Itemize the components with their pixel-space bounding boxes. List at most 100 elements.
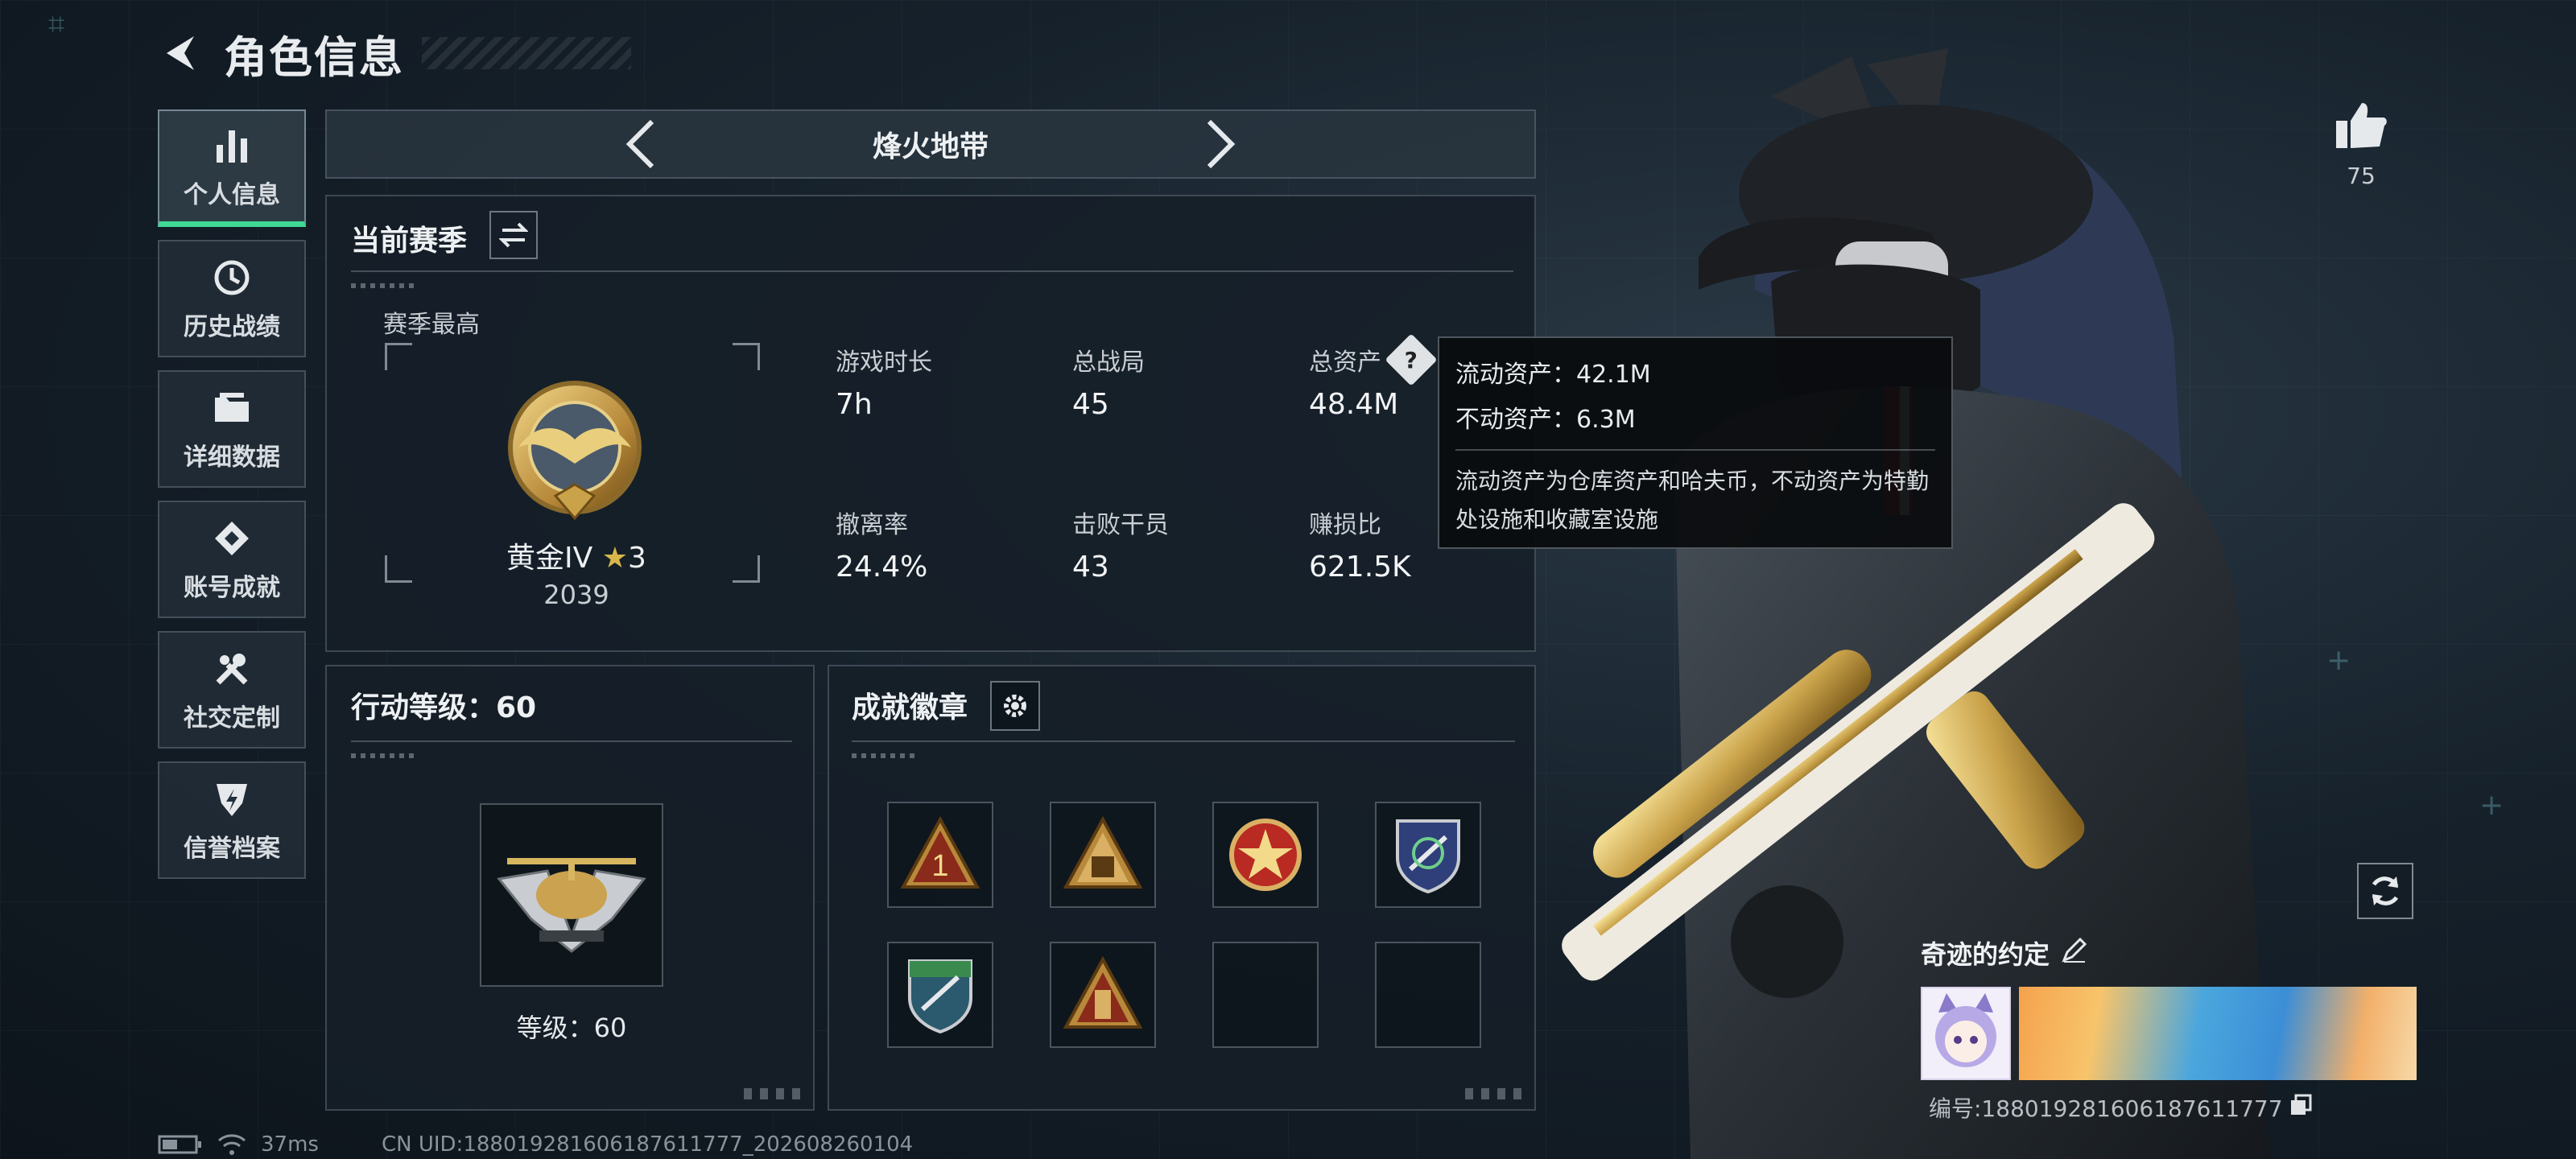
chevron-left-icon bbox=[625, 119, 654, 169]
uid-text: CN UID:18801928160618761177​7_2026082601… bbox=[381, 1132, 914, 1157]
credit-shield-icon bbox=[209, 777, 254, 822]
badge-slot[interactable] bbox=[1050, 942, 1156, 1048]
rotate-view-button[interactable] bbox=[2357, 863, 2413, 919]
refresh-icon bbox=[2372, 876, 2399, 905]
triangle-soldiers-badge-icon bbox=[1063, 815, 1143, 889]
sidebar-item-label: 社交定制 bbox=[184, 704, 280, 732]
next-mode-button[interactable] bbox=[1196, 116, 1245, 172]
edit-name-button[interactable] bbox=[2061, 936, 2088, 970]
sidebar-item-label: 账号成就 bbox=[184, 574, 280, 602]
stat-label: 总战局 bbox=[1072, 349, 1145, 377]
rank-name: 黄金IV ★3 bbox=[407, 534, 745, 576]
like-button[interactable]: 75 bbox=[2333, 100, 2389, 189]
sidebar-nav: 个人信息 历史战绩 详细数据 账号成就 社交定制 信誉档案 bbox=[158, 109, 306, 892]
divider bbox=[852, 740, 1515, 742]
mode-title: 烽火地带 bbox=[872, 130, 989, 163]
sidebar-item-history[interactable]: 历史战绩 bbox=[158, 240, 306, 357]
badge-slot[interactable] bbox=[1375, 802, 1481, 908]
copy-id-button[interactable] bbox=[2289, 1094, 2312, 1122]
tooltip-description: 流动资产为仓库资产和哈夫币，不动资产为特勤处设施和收藏室设施 bbox=[1455, 468, 1930, 533]
level-title: 行动等级：60 bbox=[351, 691, 537, 724]
title-decoration bbox=[422, 37, 631, 69]
star-medal-badge-icon bbox=[1229, 819, 1302, 891]
sidebar-item-label: 历史战绩 bbox=[184, 313, 280, 341]
pencil-icon bbox=[2062, 937, 2087, 963]
cat-girl-avatar-icon bbox=[1935, 993, 1996, 1067]
card-id-row: 编号:1880192816061876117​77 bbox=[1929, 1091, 2312, 1124]
sidebar-item-achievements[interactable]: 账号成就 bbox=[158, 501, 306, 618]
stat-operators-defeated: 击败干员 43 bbox=[1072, 505, 1282, 584]
copy-icon bbox=[2290, 1094, 2312, 1115]
battery-icon bbox=[158, 1135, 201, 1154]
triangle-1-badge-icon: 1 bbox=[900, 815, 980, 889]
badges-title: 成就徽章 bbox=[852, 691, 968, 724]
corner-decoration bbox=[1465, 1088, 1523, 1099]
rank-score: 2039 bbox=[543, 580, 609, 610]
badge-slot-empty[interactable] bbox=[1375, 942, 1481, 1048]
stat-label: 总资产 bbox=[1309, 349, 1381, 377]
assets-tooltip: 流动资产：42.1M 不动资产：6.3M 流动资产为仓库资产和哈夫币，不动资产为… bbox=[1438, 336, 1953, 549]
chevron-right-icon bbox=[1207, 119, 1236, 169]
switch-season-button[interactable] bbox=[489, 211, 538, 259]
stat-label: 撤离率 bbox=[836, 511, 908, 539]
badge-slot[interactable]: 1 bbox=[887, 802, 993, 908]
star-icon: ★ bbox=[601, 542, 629, 575]
badge-slot[interactable] bbox=[1050, 802, 1156, 908]
action-level-panel: 行动等级：60 等级：60 bbox=[325, 665, 815, 1111]
sidebar-item-details[interactable]: 详细数据 bbox=[158, 370, 306, 488]
sidebar-item-label: 个人信息 bbox=[184, 180, 280, 209]
sidebar-item-credit[interactable]: 信誉档案 bbox=[158, 761, 306, 879]
stat-value: 45 bbox=[1072, 388, 1109, 421]
ping-text: 37ms bbox=[261, 1132, 319, 1157]
bar-chart-icon bbox=[209, 123, 254, 168]
player-id: 编号:1880192816061876117​77 bbox=[1929, 1095, 2283, 1122]
stat-value: 621.5K bbox=[1309, 551, 1411, 584]
green-shield-badge-icon bbox=[908, 959, 972, 1034]
season-title: 当前赛季 bbox=[351, 225, 468, 258]
mode-selector: 烽火地带 bbox=[325, 109, 1536, 179]
badge-slot-empty[interactable] bbox=[1212, 942, 1319, 1048]
badge-slot[interactable] bbox=[1212, 802, 1319, 908]
swap-icon bbox=[499, 222, 528, 248]
gear-icon bbox=[1004, 695, 1026, 717]
back-button[interactable] bbox=[158, 29, 206, 77]
rank-stars: 3 bbox=[628, 542, 646, 575]
divider-decoration bbox=[351, 753, 415, 758]
level-badge-box[interactable] bbox=[480, 803, 663, 987]
status-bar: 37ms CN UID:18801928160618761177​7_20260… bbox=[158, 1130, 913, 1159]
help-icon[interactable]: ? bbox=[1385, 333, 1438, 386]
helicopter-badge-icon bbox=[497, 858, 646, 953]
corner-decoration bbox=[744, 1088, 802, 1099]
avatar[interactable] bbox=[1921, 987, 2011, 1080]
sidebar-item-label: 信誉档案 bbox=[184, 835, 280, 863]
frame-corner bbox=[385, 343, 412, 370]
divider bbox=[351, 270, 1513, 272]
deco-plus: + bbox=[2479, 789, 2504, 822]
like-count: 75 bbox=[2347, 163, 2376, 189]
deco-plus: ⌗ bbox=[48, 8, 65, 41]
gold-rank-medal-icon bbox=[508, 381, 642, 521]
badge-settings-button[interactable] bbox=[990, 681, 1040, 731]
wrench-icon bbox=[209, 646, 254, 691]
stat-value: 43 bbox=[1072, 551, 1109, 584]
stat-value: 24.4% bbox=[836, 551, 928, 584]
player-name: 奇迹的约定 bbox=[1921, 939, 2050, 970]
stat-total-matches: 总战局 45 bbox=[1072, 343, 1282, 421]
level-text: 等级：60 bbox=[516, 1013, 627, 1043]
stat-label: 游戏时长 bbox=[836, 349, 932, 377]
page-header: 角色信息 bbox=[158, 23, 631, 84]
tooltip-liquid-assets: 流动资产：42.1M bbox=[1455, 361, 1651, 389]
sidebar-item-personal-info[interactable]: 个人信息 bbox=[158, 109, 306, 227]
season-panel: 当前赛季 赛季最高 黄金IV ★3 2039 游戏时长 7h 总战局 45 总资… bbox=[325, 195, 1536, 652]
sidebar-item-social[interactable]: 社交定制 bbox=[158, 631, 306, 749]
divider-decoration bbox=[351, 283, 415, 288]
tooltip-fixed-assets: 不动资产：6.3M bbox=[1455, 406, 1636, 434]
folder-icon bbox=[209, 386, 254, 431]
triangle-tower-badge-icon bbox=[1063, 955, 1143, 1029]
tooltip-divider bbox=[1455, 449, 1935, 451]
stat-play-time: 游戏时长 7h bbox=[836, 343, 1045, 421]
svg-text:1: 1 bbox=[931, 849, 948, 883]
badge-slot[interactable] bbox=[887, 942, 993, 1048]
prev-mode-button[interactable] bbox=[617, 116, 665, 172]
stat-extraction-rate: 撤离率 24.4% bbox=[836, 505, 1045, 584]
